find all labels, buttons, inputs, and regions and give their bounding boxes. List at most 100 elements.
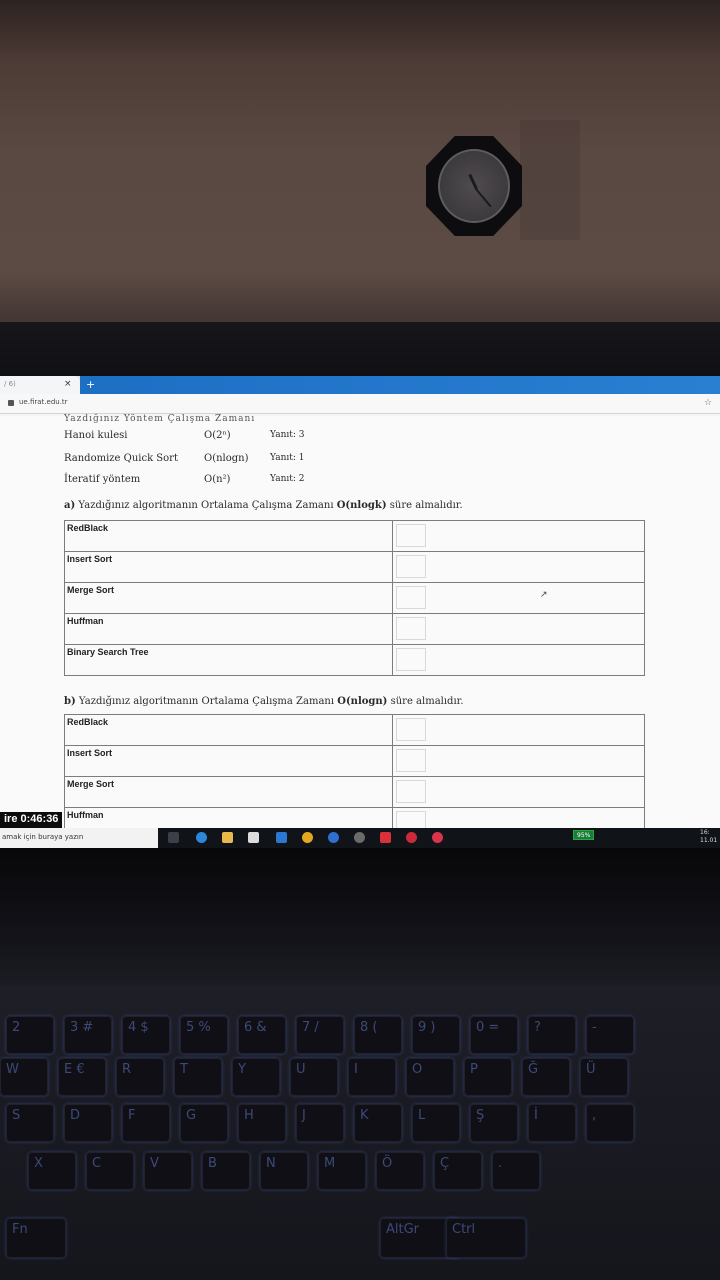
keyboard-key: U bbox=[290, 1058, 338, 1096]
clock-face bbox=[438, 149, 510, 223]
option-label: Merge Sort bbox=[64, 776, 393, 808]
keyboard-key: 2 bbox=[6, 1016, 54, 1054]
keyboard-key: 4 $ bbox=[122, 1016, 170, 1054]
answer-cell[interactable] bbox=[392, 613, 645, 645]
algorithm-complexity: O(nlogn) bbox=[204, 453, 249, 464]
keyboard-key: R bbox=[116, 1058, 164, 1096]
tab-bar-accent bbox=[80, 376, 720, 394]
taskbar-search-box[interactable]: amak için buraya yazın bbox=[0, 828, 158, 848]
clock-minute-hand bbox=[475, 188, 492, 208]
keyboard-key: B bbox=[202, 1152, 250, 1190]
question-b-title: b) Yazdığınız algoritmanın Ortalama Çalı… bbox=[64, 696, 464, 707]
new-tab-icon[interactable]: + bbox=[86, 378, 95, 391]
answer-cell[interactable] bbox=[392, 582, 645, 614]
keyboard-key: Ş bbox=[470, 1104, 518, 1142]
close-tab-icon[interactable]: × bbox=[64, 379, 72, 389]
algorithm-name: Randomize Quick Sort bbox=[64, 453, 178, 464]
keyboard-key: H bbox=[238, 1104, 286, 1142]
wall-shadow bbox=[520, 120, 580, 240]
question-b-table: RedBlack Insert Sort Merge Sort Huffman bbox=[64, 714, 645, 839]
keyboard-key: Ç bbox=[434, 1152, 482, 1190]
mail-icon[interactable] bbox=[276, 832, 287, 843]
answer-cell[interactable] bbox=[392, 520, 645, 552]
store-icon[interactable] bbox=[248, 832, 259, 843]
keyboard-key: F bbox=[122, 1104, 170, 1142]
opera-icon[interactable] bbox=[380, 832, 391, 843]
table-row: Binary Search Tree bbox=[64, 644, 645, 676]
keyboard-key: G bbox=[180, 1104, 228, 1142]
laptop-screen: / 6) × + ue.firat.edu.tr ☆ Yazdığınız Yö… bbox=[0, 376, 720, 848]
bookmark-star-icon[interactable]: ☆ bbox=[704, 398, 712, 408]
answer-cell[interactable] bbox=[392, 776, 645, 808]
question-b-prefix: b) bbox=[64, 696, 76, 707]
answer-input-box[interactable] bbox=[396, 718, 426, 741]
keyboard-key: P bbox=[464, 1058, 512, 1096]
option-label: RedBlack bbox=[64, 714, 393, 746]
algorithm-complexity: O(n²) bbox=[204, 474, 231, 485]
chrome-icon[interactable] bbox=[302, 832, 313, 843]
address-bar[interactable]: ue.firat.edu.tr ☆ bbox=[0, 394, 720, 414]
app-c-icon[interactable] bbox=[328, 832, 339, 843]
file-explorer-icon[interactable] bbox=[222, 832, 233, 843]
answer-input-box[interactable] bbox=[396, 780, 426, 803]
keyboard-key: T bbox=[174, 1058, 222, 1096]
answer-input-box[interactable] bbox=[396, 586, 426, 609]
table-row: Merge Sort bbox=[64, 776, 645, 808]
keyboard: 2 3 # 4 $ 5 % 6 & 7 / 8 (9 ) 0 =? - W E € R T Y U I O P Ğ Ü… bbox=[0, 986, 720, 1280]
question-a-complexity: O(nlogk) bbox=[336, 500, 387, 511]
answer-input-box[interactable] bbox=[396, 617, 426, 640]
system-clock[interactable]: 16: 11.01 bbox=[700, 829, 717, 845]
question-a-title: a) Yazdığınız algoritmanın Ortalama Çalı… bbox=[64, 500, 463, 511]
task-view-icon[interactable] bbox=[168, 832, 179, 843]
keyboard-key: J bbox=[296, 1104, 344, 1142]
edge-browser-icon[interactable] bbox=[196, 832, 207, 843]
keyboard-key: L bbox=[412, 1104, 460, 1142]
keyboard-key: C bbox=[86, 1152, 134, 1190]
windows-taskbar: amak için buraya yazın 95% 16: 11.01 bbox=[0, 828, 720, 848]
keyboard-key: Ü bbox=[580, 1058, 628, 1096]
answer-cell[interactable] bbox=[392, 551, 645, 583]
document-page: Yazdığınız Yöntem Çalışma Zamanı Hanoi k… bbox=[0, 414, 720, 839]
table-row: RedBlack bbox=[64, 714, 645, 746]
keyboard-key: X bbox=[28, 1152, 76, 1190]
answer-cell[interactable] bbox=[392, 644, 645, 676]
app-dots-icon[interactable] bbox=[432, 832, 443, 843]
keyboard-key: O bbox=[406, 1058, 454, 1096]
keyboard-key: 8 ( bbox=[354, 1016, 402, 1054]
keyboard-key: D bbox=[64, 1104, 112, 1142]
option-label: RedBlack bbox=[64, 520, 393, 552]
algorithm-answer: Yanıt: 3 bbox=[270, 430, 305, 440]
question-b-complexity: O(nlogn) bbox=[337, 696, 388, 707]
keyboard-key: İ bbox=[528, 1104, 576, 1142]
answer-input-box[interactable] bbox=[396, 524, 426, 547]
keyboard-key: M bbox=[318, 1152, 366, 1190]
browser-tab-bar: / 6) × + bbox=[0, 376, 720, 394]
keyboard-key: Y bbox=[232, 1058, 280, 1096]
question-a-suffix: süre almalıdır. bbox=[389, 500, 463, 511]
answer-input-box[interactable] bbox=[396, 555, 426, 578]
option-label: Merge Sort bbox=[64, 582, 393, 614]
app-red-icon[interactable] bbox=[406, 832, 417, 843]
question-a-table: RedBlack Insert Sort Merge Sort Huffman … bbox=[64, 520, 645, 676]
keyboard-key: - bbox=[586, 1016, 634, 1054]
keyboard-key: K bbox=[354, 1104, 402, 1142]
battery-indicator[interactable]: 95% bbox=[573, 830, 595, 840]
question-a-text: Yazdığınız algoritmanın Ortalama Çalışma… bbox=[78, 500, 334, 511]
browser-tab[interactable]: / 6) × bbox=[0, 376, 80, 394]
answer-input-box[interactable] bbox=[396, 749, 426, 772]
keyboard-key: S bbox=[6, 1104, 54, 1142]
option-label: Huffman bbox=[64, 613, 393, 645]
cutoff-heading: Yazdığınız Yöntem Çalışma Zamanı bbox=[64, 414, 256, 424]
keyboard-key: ? bbox=[528, 1016, 576, 1054]
answer-input-box[interactable] bbox=[396, 648, 426, 671]
answer-cell[interactable] bbox=[392, 714, 645, 746]
keyboard-key: 6 & bbox=[238, 1016, 286, 1054]
answer-cell[interactable] bbox=[392, 745, 645, 777]
laptop-bottom-bezel bbox=[0, 848, 720, 988]
app-u-icon[interactable] bbox=[354, 832, 365, 843]
url-text[interactable]: ue.firat.edu.tr bbox=[19, 398, 68, 406]
question-a-prefix: a) bbox=[64, 500, 76, 511]
table-row: Insert Sort bbox=[64, 745, 645, 777]
wall-background bbox=[0, 0, 720, 340]
exam-timer: ire 0:46:36 bbox=[0, 812, 63, 828]
